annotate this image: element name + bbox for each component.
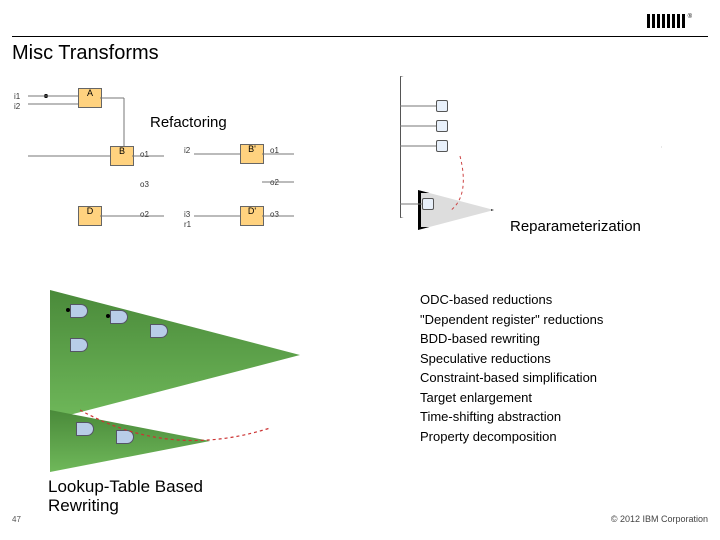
refactoring-diagram: i1 i2 A B o1 o3 D o2 i2 B' o1 o2 i3 r1 D… [14,86,334,246]
port-label: i2 [14,102,20,111]
block-d: D [78,206,102,226]
list-item: Target enlargement [420,388,603,408]
port-label: i2 [184,146,190,155]
list-item: Time-shifting abstraction [420,407,603,427]
port-label: i3 [184,210,190,219]
block-d-prime: D' [240,206,264,226]
port-label: o1 [140,150,149,159]
lut-label: Lookup-Table Based Rewriting [48,478,203,515]
block-a: A [78,88,102,108]
port-label: o1 [270,146,279,155]
reparam-label: Reparameterization [510,218,641,235]
list-item: Speculative reductions [420,349,603,369]
page-number: 47 [12,515,21,524]
list-item: "Dependent register" reductions [420,310,603,330]
list-item: Constraint-based simplification [420,368,603,388]
reparam-diagram [400,76,700,226]
port-label: o2 [270,178,279,187]
list-item: ODC-based reductions [420,290,603,310]
slide: { "header": { "title": "Misc Transforms"… [0,0,720,540]
refactoring-label: Refactoring [150,114,227,131]
block-b: B [110,146,134,166]
divider [12,36,708,37]
port-label: o3 [270,210,279,219]
port-label: i1 [14,92,20,101]
copyright: © 2012 IBM Corporation [611,514,708,524]
lut-diagram [40,290,340,480]
port-label: o2 [140,210,149,219]
transforms-list: ODC-based reductions "Dependent register… [420,290,603,446]
page-title: Misc Transforms [12,42,159,65]
port-label: r1 [184,220,191,229]
ibm-logo: ® [647,14,692,28]
list-item: BDD-based rewriting [420,329,603,349]
port-label: o3 [140,180,149,189]
list-item: Property decomposition [420,427,603,447]
block-b-prime: B' [240,144,264,164]
